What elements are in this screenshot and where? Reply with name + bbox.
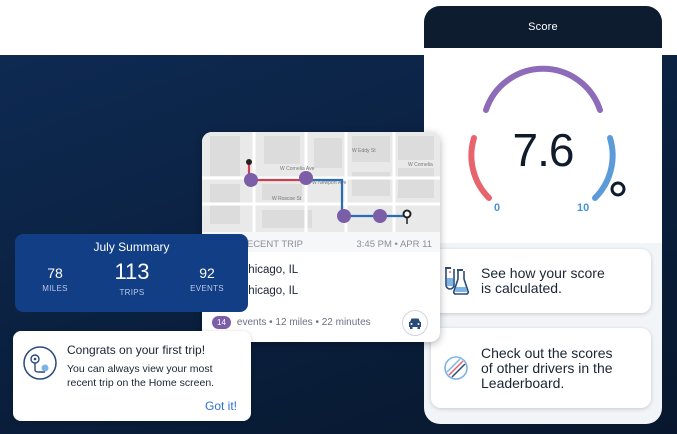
trip-stats: 14 events • 12 miles • 22 minutes — [212, 316, 371, 329]
score-header-title: Score — [528, 21, 558, 33]
card-line: of other drivers in the — [481, 359, 613, 376]
map-svg: W Cornelia Ave W Newport Ave W Roscoe St… — [202, 132, 440, 232]
leaderboard-text: Check out the scores of other drivers in… — [481, 344, 613, 391]
map-street-label: W Roscoe St — [272, 196, 302, 202]
trip-stats-text: events • 12 miles • 22 minutes — [236, 317, 371, 328]
card-line: Leaderboard. — [481, 374, 565, 391]
route-pin-icon — [23, 346, 57, 385]
trip-label: RECENT TRIP — [240, 239, 303, 250]
events-value: 92 — [199, 265, 215, 281]
event-marker — [299, 171, 313, 185]
score-value: 7.6 — [512, 124, 575, 176]
first-trip-toast: Congrats on your first trip! You can alw… — [13, 331, 251, 421]
summary-events: 92 EVENTS — [185, 265, 229, 293]
trip-time: 3:45 PM • APR 11 — [356, 239, 433, 250]
event-marker — [337, 209, 351, 223]
trip-destination: Chicago, IL — [240, 285, 299, 297]
trips-value: 113 — [114, 259, 150, 284]
leaderboard-card[interactable]: Check out the scores of other drivers in… — [431, 328, 651, 408]
score-calculation-card[interactable]: See how your score is calculated. — [431, 249, 651, 313]
map-street-label: W Cornelia Ave — [280, 166, 315, 172]
gauge-indicator — [610, 181, 626, 197]
score-gauge: 7.6 0 10 — [424, 48, 662, 243]
event-marker — [244, 173, 258, 187]
summary-miles: 78 MILES — [35, 265, 75, 293]
card-line: See how your score — [481, 265, 605, 281]
got-it-button[interactable]: Got it! — [205, 399, 237, 413]
map-street-label: W Eddy St — [352, 148, 376, 154]
gauge-arc-purple — [483, 65, 603, 113]
card-line: is calculated. — [481, 280, 562, 296]
summary-trips: 113 TRIPS — [107, 259, 157, 297]
miles-value: 78 — [47, 265, 63, 281]
miles-label: MILES — [42, 284, 68, 293]
events-badge: 14 — [212, 316, 231, 329]
monthly-summary-card: July Summary 78 MILES 113 TRIPS 92 EVENT… — [15, 234, 248, 312]
card-line: Check out the scores — [481, 344, 613, 361]
trip-map: W Cornelia Ave W Newport Ave W Roscoe St… — [202, 132, 440, 232]
gauge-min-label: 0 — [494, 202, 501, 214]
event-marker — [373, 209, 387, 223]
map-street-label: W Cornelia — [408, 162, 433, 168]
toast-body: You can always view your most recent tri… — [67, 363, 215, 389]
summary-title: July Summary — [93, 240, 170, 254]
trip-origin: Chicago, IL — [240, 264, 299, 276]
leaderboard-icon — [431, 353, 481, 383]
trips-label: TRIPS — [119, 288, 145, 297]
score-calculation-text: See how your score is calculated. — [481, 266, 605, 296]
gauge-max-label: 10 — [577, 202, 590, 214]
car-icon — [409, 318, 421, 329]
score-header: Score — [424, 6, 662, 48]
car-button[interactable] — [402, 310, 428, 336]
events-label: EVENTS — [190, 284, 224, 293]
screenshot-stage: Score 7.6 0 10 See how your score is cal… — [0, 0, 677, 434]
toast-title: Congrats on your first trip! — [67, 343, 206, 357]
